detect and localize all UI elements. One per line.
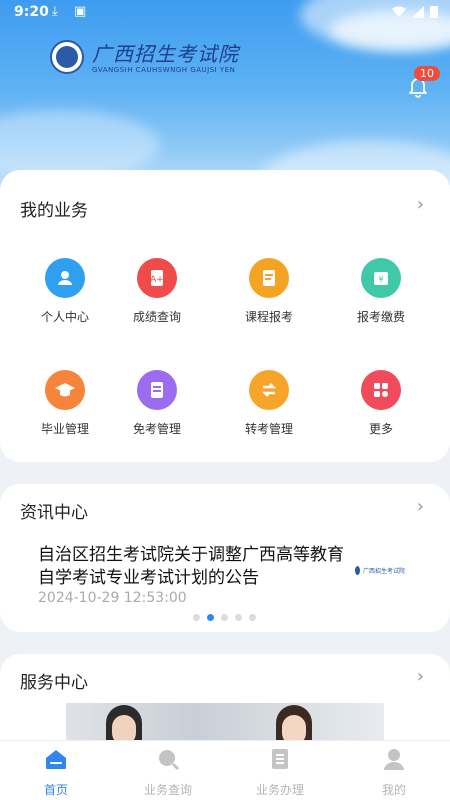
business-item-label: 转考管理 — [244, 422, 293, 436]
news-section-title: 资讯中心 — [20, 503, 88, 523]
tab-profile[interactable]: 我的 — [354, 747, 434, 798]
brand-name: 广西招生考试院 — [92, 42, 239, 66]
wifi-icon — [392, 6, 406, 17]
exempt-icon — [137, 370, 177, 410]
business-item[interactable]: 免考管理 — [112, 370, 202, 437]
business-item[interactable]: 课程报考 — [224, 258, 314, 325]
carousel-dot[interactable] — [221, 614, 228, 621]
svg-text:¥: ¥ — [378, 275, 383, 284]
status-time: 9:20 — [14, 4, 49, 20]
business-item[interactable]: A+ 成绩查询 — [112, 258, 202, 325]
service-section-title: 服务中心 — [20, 673, 88, 693]
more-icon — [361, 370, 401, 410]
carousel-dot[interactable] — [207, 614, 214, 621]
business-title: 我的业务 — [20, 201, 88, 221]
carousel-dot[interactable] — [193, 614, 200, 621]
carousel-dot[interactable] — [235, 614, 242, 621]
chevron-right-icon[interactable]: › — [417, 496, 424, 517]
profile-icon — [384, 749, 404, 770]
brand-name-en: GVANGSIH CAUHSWNGH GAUJSI YEN — [92, 66, 236, 74]
logo — [50, 40, 84, 74]
signal-icon — [412, 5, 424, 18]
graduation-icon — [45, 370, 85, 410]
business-item-label: 成绩查询 — [132, 310, 181, 324]
business-item[interactable]: 更多 — [336, 370, 426, 437]
grade-icon: A+ — [137, 258, 177, 298]
bottom-tab-bar: 首页 业务查询 业务办理 我的 — [0, 740, 450, 800]
business-item-label: 更多 — [368, 422, 393, 436]
payment-icon: ¥ — [361, 258, 401, 298]
news-headline[interactable]: 自治区招生考试院关于调整广西高等教育自学考试专业考试计划的公告 — [38, 544, 352, 590]
chevron-right-icon[interactable]: › — [417, 666, 424, 687]
business-item-label: 免考管理 — [132, 422, 181, 436]
tab-home[interactable]: 首页 — [16, 747, 96, 798]
course-icon — [249, 258, 289, 298]
status-bar: 9:20 ⤓ ▣ — [0, 0, 450, 26]
news-thumb-text: 广西招生考试院 — [362, 567, 405, 575]
tab-label: 首页 — [43, 783, 68, 797]
business-item-label: 毕业管理 — [40, 422, 89, 436]
notification-badge: 10 — [414, 66, 440, 81]
business-item-label: 课程报考 — [244, 310, 293, 324]
business-item-label: 个人中心 — [40, 310, 89, 324]
tab-business-handle[interactable]: 业务办理 — [240, 747, 320, 798]
business-item[interactable]: 转考管理 — [224, 370, 314, 437]
business-item[interactable]: 毕业管理 — [20, 370, 110, 437]
business-item[interactable]: ¥ 报考缴费 — [336, 258, 426, 325]
news-date: 2024-10-29 12:53:00 — [38, 590, 187, 606]
business-item-label: 报考缴费 — [356, 310, 405, 324]
carousel-indicator — [193, 614, 256, 621]
service-banner-image[interactable] — [66, 703, 384, 741]
transfer-icon — [249, 370, 289, 410]
tab-label: 我的 — [381, 783, 406, 797]
tab-business-query[interactable]: 业务查询 — [128, 747, 208, 798]
carousel-dot[interactable] — [249, 614, 256, 621]
image-icon: ▣ — [74, 4, 87, 19]
document-icon — [272, 749, 288, 769]
svg-text:A+: A+ — [150, 275, 164, 285]
chevron-right-icon[interactable]: › — [417, 194, 424, 215]
search-icon — [159, 750, 180, 771]
business-item[interactable]: 个人中心 — [20, 258, 110, 325]
tab-label: 业务办理 — [255, 783, 304, 797]
battery-icon — [430, 6, 438, 18]
tab-label: 业务查询 — [143, 783, 192, 797]
news-thumbnail: 广西招生考试院 — [355, 560, 405, 580]
download-icon: ⤓ — [52, 4, 58, 19]
home-icon — [46, 750, 66, 769]
user-icon — [45, 258, 85, 298]
